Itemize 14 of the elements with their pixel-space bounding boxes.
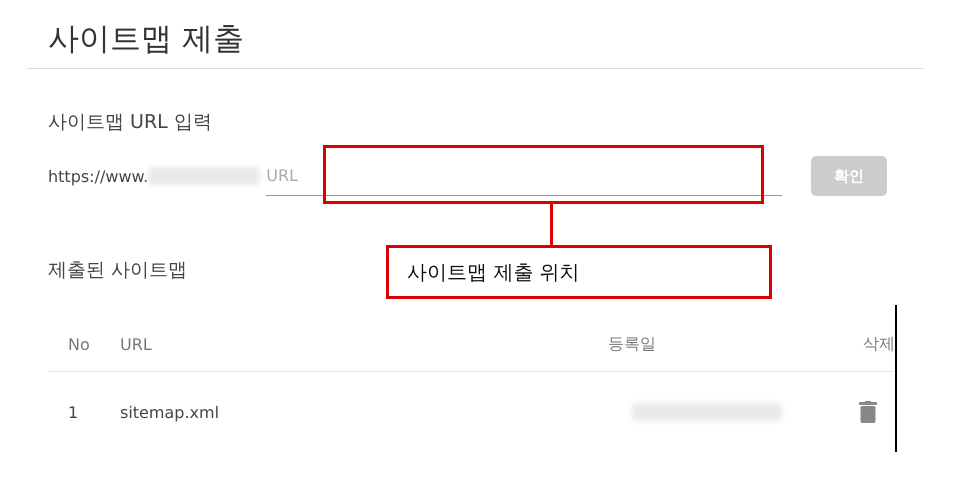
trash-icon[interactable] (859, 401, 877, 423)
url-input-field[interactable]: URL (266, 156, 782, 196)
column-header: No (67, 334, 90, 354)
table-cell-text: 1 (67, 402, 78, 422)
table-cell: sitemap.xml (120, 402, 220, 422)
section-heading: 사이트맵 URL 입력 (48, 110, 212, 135)
page-title: 사이트맵 제출 (47, 20, 245, 59)
leader-line (550, 202, 553, 246)
column-header: 삭제 (863, 334, 895, 354)
url-prefix: https://www. (48, 166, 148, 186)
column-header: URL (120, 334, 152, 354)
annotation-label: 사이트맵 제출 위치 (386, 245, 772, 299)
section-heading: 제출된 사이트맵 (48, 258, 188, 283)
column-header: 등록일 (608, 334, 656, 354)
